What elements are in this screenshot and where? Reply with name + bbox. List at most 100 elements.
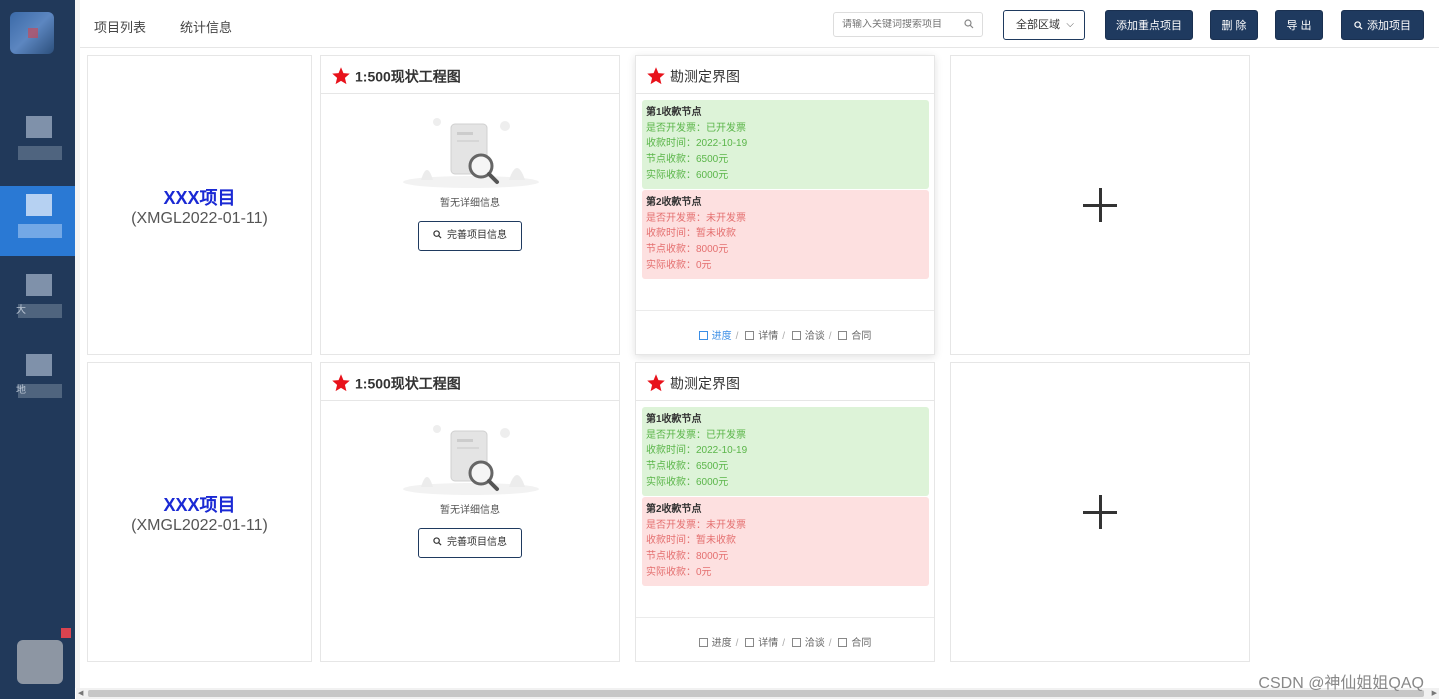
sidebar-item-label: 大 (16, 304, 62, 318)
search-icon (433, 537, 442, 546)
node-amount: 节点收款：6500元 (646, 461, 729, 473)
contract-link[interactable]: 合同 (838, 618, 871, 670)
chart-icon (698, 331, 708, 340)
add-card[interactable] (950, 55, 1250, 355)
contract-icon (838, 638, 848, 647)
node-actual-amount: 实际收款：6000元 (646, 476, 729, 488)
nav-icon (26, 274, 52, 296)
nav-icon (26, 116, 52, 138)
node-title: 第2收款节点 (646, 197, 702, 208)
sidebar-item-1[interactable] (0, 108, 75, 178)
negotiation-link[interactable]: 洽谈 (791, 311, 825, 363)
contract-link[interactable]: 合同 (838, 311, 871, 363)
plus-icon[interactable] (1083, 495, 1117, 529)
empty-text: 暂无详细信息 (440, 198, 500, 209)
search-box[interactable] (833, 12, 983, 37)
project-name[interactable]: XXX项目 (88, 491, 311, 517)
drawing-card: 1:500现状工程图 暂无详细信息 完善项目信息 (320, 362, 620, 662)
drawing-card: 1:500现状工程图 暂无详细信息 完善项目信息 (320, 55, 620, 355)
sidebar-item-2[interactable] (0, 186, 75, 256)
node-invoice: 是否开发票：已开发票 (646, 122, 746, 134)
add-project-label: 添加项目 (1367, 20, 1411, 32)
payment-card: 勘测定界图 第1收款节点 是否开发票：已开发票 收款时间：2022-10-19 … (635, 362, 935, 662)
node-actual-amount: 实际收款：0元 (646, 566, 712, 578)
delete-button[interactable]: 删 除 (1210, 10, 1258, 40)
detail-link[interactable]: 详情 (745, 618, 778, 670)
complete-project-info-button[interactable]: 完善项目信息 (418, 221, 522, 251)
app-logo (10, 12, 54, 54)
negotiation-link[interactable]: 洽谈 (791, 618, 825, 670)
node-invoice: 是否开发票：未开发票 (646, 519, 746, 531)
card-header: 勘测定界图 (636, 363, 934, 401)
top-bar: 项目列表 统计信息 全部区域 ⌵ 添加重点项目 删 除 导 出 添加项目 (80, 0, 1439, 48)
card-title: 勘测定界图 (670, 375, 740, 392)
star-icon (647, 67, 665, 85)
add-card[interactable] (950, 362, 1250, 662)
node-title: 第2收款节点 (646, 504, 702, 515)
node-title: 第1收款节点 (646, 414, 702, 425)
watermark: CSDN @神仙姐姐QAQ (1258, 675, 1424, 692)
region-select[interactable]: 全部区域 ⌵ (1003, 10, 1085, 40)
payment-card: 勘测定界图 第1收款节点 是否开发票：已开发票 收款时间：2022-10-19 … (635, 55, 935, 355)
card-footer: 进度 / 详情 / 洽谈 / 合同 (636, 617, 934, 661)
nav-icon (26, 194, 52, 216)
tab-statistics[interactable]: 统计信息 (180, 17, 232, 36)
progress-link[interactable]: 进度 (698, 311, 732, 363)
region-select-value: 全部区域 (1016, 19, 1060, 31)
edit-icon (745, 638, 755, 647)
sidebar-item-4[interactable]: 地 (0, 346, 75, 416)
sidebar-item-label: 地 (16, 384, 62, 398)
tab-project-list[interactable]: 项目列表 (94, 17, 146, 36)
search-input[interactable] (842, 19, 960, 30)
empty-state-icon (403, 425, 539, 495)
project-card[interactable]: XXX项目 (XMGL2022-01-11) (87, 55, 312, 355)
node-actual-amount: 实际收款：6000元 (646, 169, 729, 181)
node-time: 收款时间：2022-10-19 (646, 445, 748, 457)
detail-label: 详情 (758, 638, 779, 649)
divider (75, 0, 80, 688)
project-name[interactable]: XXX项目 (88, 184, 311, 210)
plus-icon[interactable] (1083, 188, 1117, 222)
node-amount: 节点收款：6500元 (646, 154, 729, 166)
sidebar: 大 地 (0, 0, 75, 699)
complete-project-info-label: 完善项目信息 (447, 537, 507, 548)
horizontal-scrollbar[interactable]: ◀ ▶ (76, 688, 1439, 699)
search-icon (433, 230, 442, 239)
node-title: 第1收款节点 (646, 107, 702, 118)
search-icon[interactable] (964, 19, 974, 29)
progress-label: 进度 (711, 638, 732, 649)
node-invoice: 是否开发票：未开发票 (646, 212, 746, 224)
scrollbar-thumb[interactable] (88, 690, 1424, 697)
add-project-button[interactable]: 添加项目 (1341, 10, 1424, 40)
node-time: 收款时间：暂未收款 (646, 228, 736, 240)
negotiation-label: 洽谈 (804, 638, 825, 649)
detail-link[interactable]: 详情 (745, 311, 778, 363)
user-avatar[interactable] (17, 628, 71, 684)
scroll-right-icon[interactable]: ▶ (1432, 689, 1437, 697)
export-button[interactable]: 导 出 (1275, 10, 1323, 40)
add-key-project-button[interactable]: 添加重点项目 (1105, 10, 1193, 40)
node-amount: 节点收款：8000元 (646, 244, 729, 256)
detail-label: 详情 (758, 331, 779, 342)
node-invoice: 是否开发票：已开发票 (646, 429, 746, 441)
search-icon (1354, 21, 1363, 30)
card-header: 勘测定界图 (636, 56, 934, 94)
edit-icon (745, 331, 755, 340)
star-icon (332, 374, 350, 392)
card-title: 1:500现状工程图 (355, 68, 461, 85)
payment-node: 第1收款节点 是否开发票：已开发票 收款时间：2022-10-19 节点收款：6… (642, 100, 929, 189)
scroll-left-icon[interactable]: ◀ (78, 689, 83, 697)
progress-link[interactable]: 进度 (698, 618, 732, 670)
card-title: 1:500现状工程图 (355, 375, 461, 392)
sidebar-item-label (18, 224, 62, 238)
card-header: 1:500现状工程图 (321, 56, 619, 94)
project-card[interactable]: XXX项目 (XMGL2022-01-11) (87, 362, 312, 662)
node-time: 收款时间：暂未收款 (646, 535, 736, 547)
nav-icon (26, 354, 52, 376)
progress-label: 进度 (711, 331, 732, 342)
sidebar-item-3[interactable]: 大 (0, 266, 75, 336)
node-time: 收款时间：2022-10-19 (646, 138, 748, 150)
complete-project-info-button[interactable]: 完善项目信息 (418, 528, 522, 558)
payment-node: 第2收款节点 是否开发票：未开发票 收款时间：暂未收款 节点收款：8000元 实… (642, 190, 929, 279)
star-icon (647, 374, 665, 392)
